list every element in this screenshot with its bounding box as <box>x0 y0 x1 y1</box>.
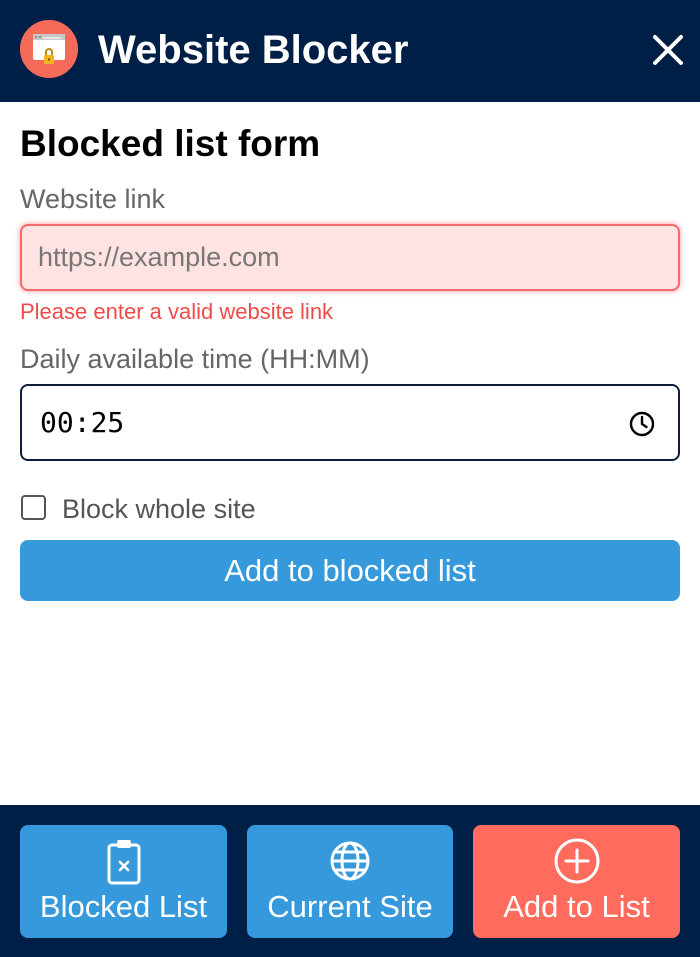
close-icon[interactable] <box>648 30 688 70</box>
nav-add-to-list-label: Add to List <box>503 889 650 924</box>
form-title: Blocked list form <box>20 123 321 164</box>
add-to-blocked-list-button[interactable]: Add to blocked list <box>20 540 680 601</box>
bottom-nav: Blocked List Current Site Add to List <box>0 805 700 957</box>
daily-time-input[interactable]: 00:25 <box>20 384 680 461</box>
website-link-error: Please enter a valid website link <box>20 299 334 324</box>
nav-blocked-list-button[interactable]: Blocked List <box>20 825 227 938</box>
daily-time-value: 00:25 <box>40 406 125 439</box>
block-whole-site-label[interactable]: Block whole site <box>62 492 256 526</box>
globe-icon <box>326 837 374 885</box>
nav-current-site-button[interactable]: Current Site <box>247 825 453 938</box>
website-link-input[interactable] <box>20 224 680 291</box>
nav-blocked-list-label: Blocked List <box>39 889 208 924</box>
nav-current-site-label: Current Site <box>267 889 433 924</box>
app-title: Website Blocker <box>98 28 409 72</box>
clock-icon[interactable] <box>628 410 656 438</box>
plus-circle-icon <box>553 837 601 885</box>
nav-add-to-list-button[interactable]: Add to List <box>473 825 680 938</box>
block-whole-site-checkbox[interactable] <box>21 495 46 520</box>
locked-browser-icon <box>20 20 78 78</box>
clipboard-x-icon <box>100 837 148 885</box>
block-whole-site-row[interactable]: Block whole site <box>20 492 420 526</box>
website-link-label: Website link <box>20 184 166 214</box>
app-header: Website Blocker <box>0 0 700 102</box>
daily-time-label: Daily available time (HH:MM) <box>20 344 370 374</box>
